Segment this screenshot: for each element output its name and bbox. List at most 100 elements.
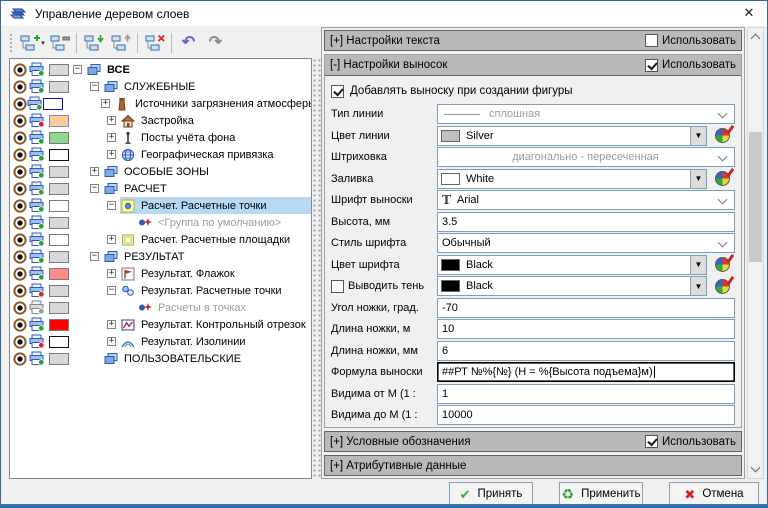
expand-expander[interactable]: + — [101, 99, 110, 108]
visibility-eye-icon[interactable] — [13, 114, 29, 128]
layer-color-swatch[interactable] — [49, 200, 69, 212]
group-header-legend[interactable]: [+] Условные обозначения Использовать — [324, 431, 742, 452]
visibility-eye-icon[interactable] — [13, 318, 29, 332]
redo-button[interactable]: ↷ — [202, 31, 229, 55]
layer-color-swatch[interactable] — [49, 268, 69, 280]
use-callout-settings-checkbox[interactable] — [645, 59, 658, 72]
font-color-picker-button[interactable] — [709, 255, 735, 275]
row-content[interactable]: Расчет. Расчетные площадки — [120, 231, 311, 248]
printer-icon[interactable] — [29, 164, 49, 179]
collapse-expander[interactable]: − — [90, 82, 99, 91]
scroll-thumb[interactable] — [749, 132, 762, 262]
printer-icon[interactable] — [27, 96, 43, 111]
dropdown-arrow-button[interactable]: ▼ — [690, 170, 706, 188]
expand-expander[interactable]: + — [107, 116, 116, 125]
visibility-eye-icon[interactable] — [13, 301, 29, 315]
move-down-button[interactable] — [80, 31, 107, 55]
tree-row[interactable]: Расчеты в точках — [10, 299, 311, 316]
row-content[interactable]: ВСЕ — [86, 61, 311, 78]
layer-color-swatch[interactable] — [49, 353, 69, 365]
line-color-combo[interactable]: Silver▼ — [437, 126, 707, 146]
expand-expander[interactable]: + — [90, 167, 99, 176]
row-content[interactable]: РЕЗУЛЬТАТ — [103, 248, 311, 265]
tree-row[interactable]: +Географическая привязка — [10, 146, 311, 163]
printer-icon[interactable] — [29, 351, 49, 366]
close-button[interactable]: ✕ — [733, 2, 765, 24]
group-header-attributes[interactable]: [+] Атрибутивные данные — [324, 455, 742, 476]
collapse-expander[interactable]: − — [90, 184, 99, 193]
cancel-button[interactable]: ✖ Отмена — [669, 482, 759, 506]
dropdown-arrow-button[interactable]: ▼ — [690, 277, 706, 295]
printer-icon[interactable] — [29, 147, 49, 162]
expand-expander[interactable]: + — [107, 235, 116, 244]
collapse-expander[interactable]: − — [107, 286, 116, 295]
apply-button[interactable]: ♻ Применить — [559, 482, 643, 506]
undo-button[interactable]: ↶ — [175, 31, 202, 55]
printer-icon[interactable] — [29, 283, 49, 298]
layer-color-swatch[interactable] — [49, 234, 69, 246]
height-mm-input[interactable]: 3.5 — [437, 212, 735, 232]
tree-row[interactable]: ПОЛЬЗОВАТЕЛЬСКИЕ — [10, 350, 311, 367]
tree-row[interactable]: −Результат. Расчетные точки — [10, 282, 311, 299]
layer-color-swatch[interactable] — [49, 319, 69, 331]
shadow-combo[interactable]: Black▼ — [437, 276, 707, 296]
printer-icon[interactable] — [29, 181, 49, 196]
row-content[interactable]: Результат. Флажок — [120, 265, 311, 282]
layer-color-swatch[interactable] — [49, 81, 69, 93]
visible-from-input[interactable]: 1 — [437, 384, 735, 404]
scroll-down-button[interactable] — [748, 461, 763, 478]
printer-icon[interactable] — [29, 130, 49, 145]
tree-row[interactable]: + Расчет. Расчетные площадки — [10, 231, 311, 248]
accept-button[interactable]: ✔ Принять — [449, 482, 533, 506]
scroll-up-button[interactable] — [748, 28, 763, 45]
tree-row[interactable]: +Посты учёта фона — [10, 129, 311, 146]
printer-icon[interactable] — [29, 198, 49, 213]
visible-to-input[interactable]: 10000 — [437, 405, 735, 425]
visibility-eye-icon[interactable] — [13, 233, 29, 247]
add-layer-button[interactable]: ▾ — [19, 31, 46, 55]
tree-row[interactable]: −РЕЗУЛЬТАТ — [10, 248, 311, 265]
tree-row[interactable]: <Группа по умолчанию> — [10, 214, 311, 231]
toolbar-grip[interactable] — [9, 33, 14, 53]
layer-color-swatch[interactable] — [49, 302, 69, 314]
visibility-eye-icon[interactable] — [13, 97, 27, 111]
layer-color-swatch[interactable] — [49, 285, 69, 297]
printer-icon[interactable] — [29, 266, 49, 281]
row-content[interactable]: ОСОБЫЕ ЗОНЫ — [103, 163, 311, 180]
line-type-combo[interactable]: сплошная — [437, 104, 735, 124]
printer-icon[interactable] — [29, 62, 49, 77]
dropdown-arrow-button[interactable]: ▼ — [690, 256, 706, 274]
row-content[interactable]: Результат. Изолинии — [120, 333, 311, 350]
tree-row[interactable]: + ОСОБЫЕ ЗОНЫ — [10, 163, 311, 180]
tree-row[interactable]: +Источники загрязнения атмосферы — [10, 95, 311, 112]
tree-row[interactable]: −РАСЧЕТ — [10, 180, 311, 197]
delete-layer-button[interactable] — [141, 31, 168, 55]
tree-row[interactable]: + Застройка — [10, 112, 311, 129]
tree-row[interactable]: +Результат. Контрольный отрезок — [10, 316, 311, 333]
layer-color-swatch[interactable] — [49, 251, 69, 263]
visibility-eye-icon[interactable] — [13, 284, 29, 298]
row-content[interactable]: Результат. Контрольный отрезок — [120, 316, 311, 333]
line-color-picker-button[interactable] — [709, 126, 735, 146]
row-content[interactable]: ПОЛЬЗОВАТЕЛЬСКИЕ — [103, 350, 311, 367]
row-content[interactable]: Результат. Расчетные точки — [120, 282, 311, 299]
visibility-eye-icon[interactable] — [13, 148, 29, 162]
shadow-checkbox[interactable] — [331, 280, 344, 293]
tree-row[interactable]: + Результат. Изолинии — [10, 333, 311, 350]
layer-color-swatch[interactable] — [49, 166, 69, 178]
fill-color-combo[interactable]: White▼ — [437, 169, 707, 189]
move-up-button[interactable] — [107, 31, 134, 55]
leg-angle-input[interactable]: -70 — [437, 298, 735, 318]
group-header-callout-settings[interactable]: [-] Настройки выносок Использовать — [325, 55, 741, 76]
row-content[interactable]: Застройка — [120, 112, 311, 129]
font-color-combo[interactable]: Black▼ — [437, 255, 707, 275]
font-style-combo[interactable]: Обычный — [437, 233, 735, 253]
expand-expander[interactable]: + — [107, 269, 116, 278]
expand-expander[interactable]: + — [107, 337, 116, 346]
visibility-eye-icon[interactable] — [13, 267, 29, 281]
layer-color-swatch[interactable] — [49, 336, 69, 348]
layer-color-swatch[interactable] — [49, 115, 69, 127]
group-header-text-settings[interactable]: [+] Настройки текста Использовать — [324, 30, 742, 51]
layer-color-swatch[interactable] — [49, 149, 69, 161]
tree-row[interactable]: −СЛУЖЕБНЫЕ — [10, 78, 311, 95]
